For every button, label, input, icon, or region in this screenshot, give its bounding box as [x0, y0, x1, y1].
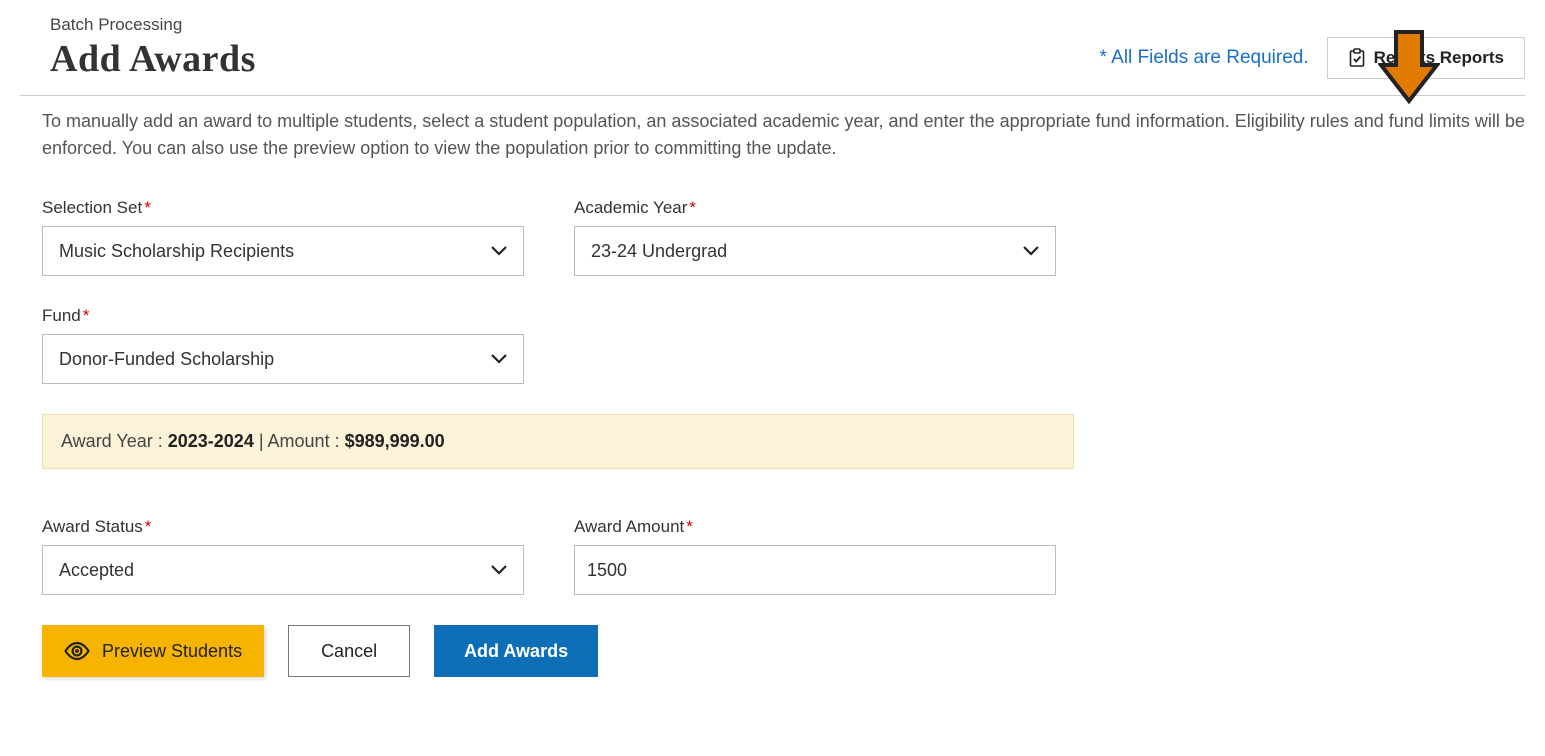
add-awards-button[interactable]: Add Awards: [434, 625, 598, 677]
fund-value: Donor-Funded Scholarship: [59, 349, 274, 370]
info-amount: $989,999.00: [345, 431, 445, 451]
fund-label: Fund*: [42, 306, 524, 326]
fund-info-bar: Award Year : 2023-2024 | Amount : $989,9…: [42, 414, 1074, 469]
field-award-amount: Award Amount*: [574, 517, 1056, 595]
required-note: * All Fields are Required.: [1100, 47, 1309, 69]
page-title: Add Awards: [50, 37, 256, 81]
selection-set-value: Music Scholarship Recipients: [59, 241, 294, 262]
academic-year-label: Academic Year*: [574, 198, 1056, 218]
fund-select[interactable]: Donor-Funded Scholarship: [42, 334, 524, 384]
field-selection-set: Selection Set* Music Scholarship Recipie…: [42, 198, 524, 276]
academic-year-value: 23-24 Undergrad: [591, 241, 727, 262]
add-awards-label: Add Awards: [464, 641, 568, 662]
field-award-status: Award Status* Accepted: [42, 517, 524, 595]
preview-students-label: Preview Students: [102, 641, 242, 662]
chevron-down-icon: [491, 565, 507, 575]
cancel-label: Cancel: [321, 641, 377, 662]
divider: [20, 95, 1525, 96]
field-fund: Fund* Donor-Funded Scholarship: [42, 306, 524, 384]
selection-set-label: Selection Set*: [42, 198, 524, 218]
award-amount-label: Award Amount*: [574, 517, 1056, 537]
award-amount-input[interactable]: [574, 545, 1056, 595]
eye-icon: [64, 642, 90, 660]
chevron-down-icon: [1023, 246, 1039, 256]
chevron-down-icon: [491, 354, 507, 364]
chevron-down-icon: [491, 246, 507, 256]
selection-set-select[interactable]: Music Scholarship Recipients: [42, 226, 524, 276]
award-status-select[interactable]: Accepted: [42, 545, 524, 595]
info-award-year: 2023-2024: [168, 431, 254, 451]
award-status-value: Accepted: [59, 560, 134, 581]
academic-year-select[interactable]: 23-24 Undergrad: [574, 226, 1056, 276]
callout-arrow-icon: [1378, 29, 1440, 105]
field-academic-year: Academic Year* 23-24 Undergrad: [574, 198, 1056, 276]
award-status-label: Award Status*: [42, 517, 524, 537]
preview-students-button[interactable]: Preview Students: [42, 625, 264, 677]
clipboard-check-icon: [1348, 48, 1366, 68]
cancel-button[interactable]: Cancel: [288, 625, 410, 677]
description-text: To manually add an award to multiple stu…: [42, 108, 1525, 162]
breadcrumb: Batch Processing: [50, 15, 256, 35]
